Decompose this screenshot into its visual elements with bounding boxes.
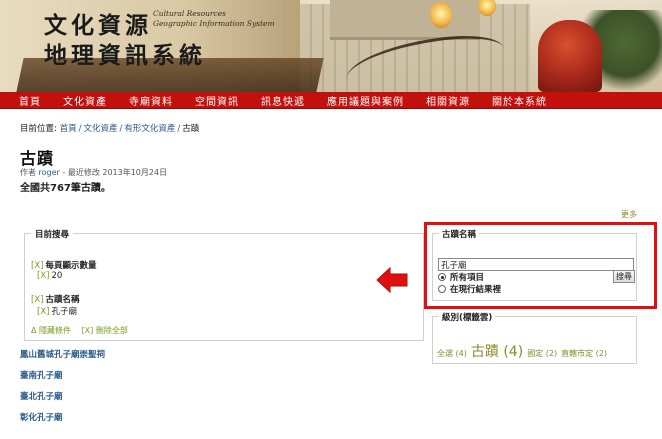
breadcrumb-separator: / <box>78 124 82 134</box>
radio-button-selected[interactable] <box>438 273 446 281</box>
breadcrumb-link-cultural-assets[interactable]: 文化資產 <box>83 124 117 134</box>
breadcrumb-separator: / <box>177 124 181 134</box>
current-search-title: 目前搜尋 <box>31 228 74 240</box>
tag-label: 國定 <box>527 349 544 358</box>
nav-item-news[interactable]: 訊息快遞 <box>250 93 316 108</box>
facet-row: [X] 每頁顯示數量 <box>31 259 96 271</box>
result-link[interactable]: 臺北孔子廟 <box>20 390 63 402</box>
nav-item-spatial-info[interactable]: 空間資訊 <box>184 93 250 108</box>
page-title: 古蹟 <box>20 149 55 168</box>
level-tag-cloud-title: 級別(標籤雲) <box>439 311 496 323</box>
tag-select-all[interactable]: 全選 (4) <box>437 348 467 359</box>
breadcrumb-link-home[interactable]: 首頁 <box>60 124 77 134</box>
breadcrumb-link-tangible-assets[interactable]: 有形文化資產 <box>124 124 175 134</box>
nav-item-home[interactable]: 首頁 <box>8 93 52 108</box>
remove-all-link[interactable]: [X] 刪除全部 <box>82 326 128 335</box>
site-logo-subtitle[interactable]: 地理資訊系統 <box>44 36 206 70</box>
tag-count: (2) <box>595 349 607 358</box>
breadcrumb-prefix: 目前位置: <box>20 124 57 134</box>
facet-value-text: 20 <box>51 271 63 281</box>
breadcrumb: 目前位置: 首頁 / 文化資產 / 有形文化資產 / 古蹟 <box>20 122 199 134</box>
level-tag-cloud-block: 級別(標籤雲) 全選 (4) 古蹟 (4) 國定 (2) 直轄市定 (2) <box>432 311 637 364</box>
header-banner: 文化資源 地理資訊系統 Cultural Resources Geographi… <box>0 0 662 92</box>
logo-english-line1: Cultural Resources <box>153 9 227 18</box>
red-left-arrow-icon <box>376 267 408 293</box>
hide-conditions-link[interactable]: Δ 隱藏條件 <box>31 326 71 335</box>
result-link[interactable]: 彰化孔子廟 <box>20 411 63 423</box>
radio-current-results[interactable]: 在現行結果裡 <box>438 283 501 295</box>
nav-item-resources[interactable]: 相關資源 <box>415 93 481 108</box>
logo-english-line2: Geographic Information System <box>153 19 275 28</box>
breadcrumb-current: 古蹟 <box>182 124 200 134</box>
facet-name: 古蹟名稱 <box>45 295 80 305</box>
total-count-text: 全國共767筆古蹟。 <box>20 183 111 194</box>
result-link[interactable]: 臺南孔子廟 <box>20 369 63 381</box>
main-nav: 首頁 文化資產 寺廟資料 空間資訊 訊息快遞 應用議題與案例 相關資源 關於本系… <box>0 92 662 109</box>
breadcrumb-separator: / <box>119 124 123 134</box>
site-logo-english: Cultural Resources Geographic Informatio… <box>153 9 275 29</box>
tag-count: (2) <box>545 349 558 358</box>
tag-national[interactable]: 國定 (2) <box>527 348 557 359</box>
tag-count: (4) <box>503 344 524 360</box>
tag-cloud: 全選 (4) 古蹟 (4) 國定 (2) 直轄市定 (2) <box>437 341 611 361</box>
remove-facet-value-button[interactable]: [X] <box>37 271 49 281</box>
name-search-block: 古蹟名稱 所有項目 在現行結果裡 搜尋 <box>432 228 637 301</box>
banner-building-top-image <box>330 0 480 40</box>
tag-municipal[interactable]: 直轄市定 (2) <box>561 348 607 359</box>
tag-label: 全選 <box>437 349 453 358</box>
facet-value: [X] 孔子廟 <box>37 305 77 317</box>
facet-row: [X] 古蹟名稱 <box>31 293 79 305</box>
search-button[interactable]: 搜尋 <box>613 270 635 283</box>
radio-label: 所有項目 <box>450 273 485 283</box>
last-modified: - 最近修改 2013年10月24日 <box>62 168 168 177</box>
facet-value: [X] 20 <box>37 271 62 281</box>
facet-name: 每頁顯示數量 <box>45 261 97 271</box>
nav-item-applications[interactable]: 應用議題與案例 <box>316 93 415 108</box>
nav-item-about[interactable]: 關於本系統 <box>481 93 558 108</box>
more-link[interactable]: 更多 <box>621 209 637 220</box>
current-search-actions: Δ 隱藏條件 [X] 刪除全部 <box>31 325 136 336</box>
name-search-input[interactable] <box>438 258 634 271</box>
banner-stone-lion-image <box>538 20 602 92</box>
remove-facet-button[interactable]: [X] <box>31 261 43 271</box>
tag-count: (4) <box>455 349 467 358</box>
current-search-block: 目前搜尋 [X] 每頁顯示數量 [X] 20 [X] 古蹟名稱 [X] 孔子廟 Δ 隱藏… <box>24 228 424 341</box>
result-link[interactable]: 鳳山舊城孔子廟崇聖祠 <box>20 348 105 360</box>
facet-value-text: 孔子廟 <box>51 307 77 317</box>
radio-button[interactable] <box>438 285 446 293</box>
radio-all-items[interactable]: 所有項目 <box>438 271 484 283</box>
radio-label: 在現行結果裡 <box>450 285 502 295</box>
remove-facet-button[interactable]: [X] <box>31 295 43 305</box>
author-link[interactable]: roger <box>39 168 60 177</box>
nav-item-cultural-assets[interactable]: 文化資產 <box>52 93 118 108</box>
lantern-icon <box>430 2 452 28</box>
name-search-title: 古蹟名稱 <box>439 228 480 240</box>
tag-monument[interactable]: 古蹟 (4) <box>471 341 523 361</box>
submitted-info: 作者 roger - 最近修改 2013年10月24日 <box>20 167 167 178</box>
submitted-prefix: 作者 <box>20 168 36 177</box>
remove-facet-value-button[interactable]: [X] <box>37 307 49 317</box>
site-logo-title[interactable]: 文化資源 <box>44 6 152 40</box>
tag-label: 直轄市定 <box>561 349 594 358</box>
nav-item-temples[interactable]: 寺廟資料 <box>118 93 184 108</box>
tag-label: 古蹟 <box>470 344 499 360</box>
